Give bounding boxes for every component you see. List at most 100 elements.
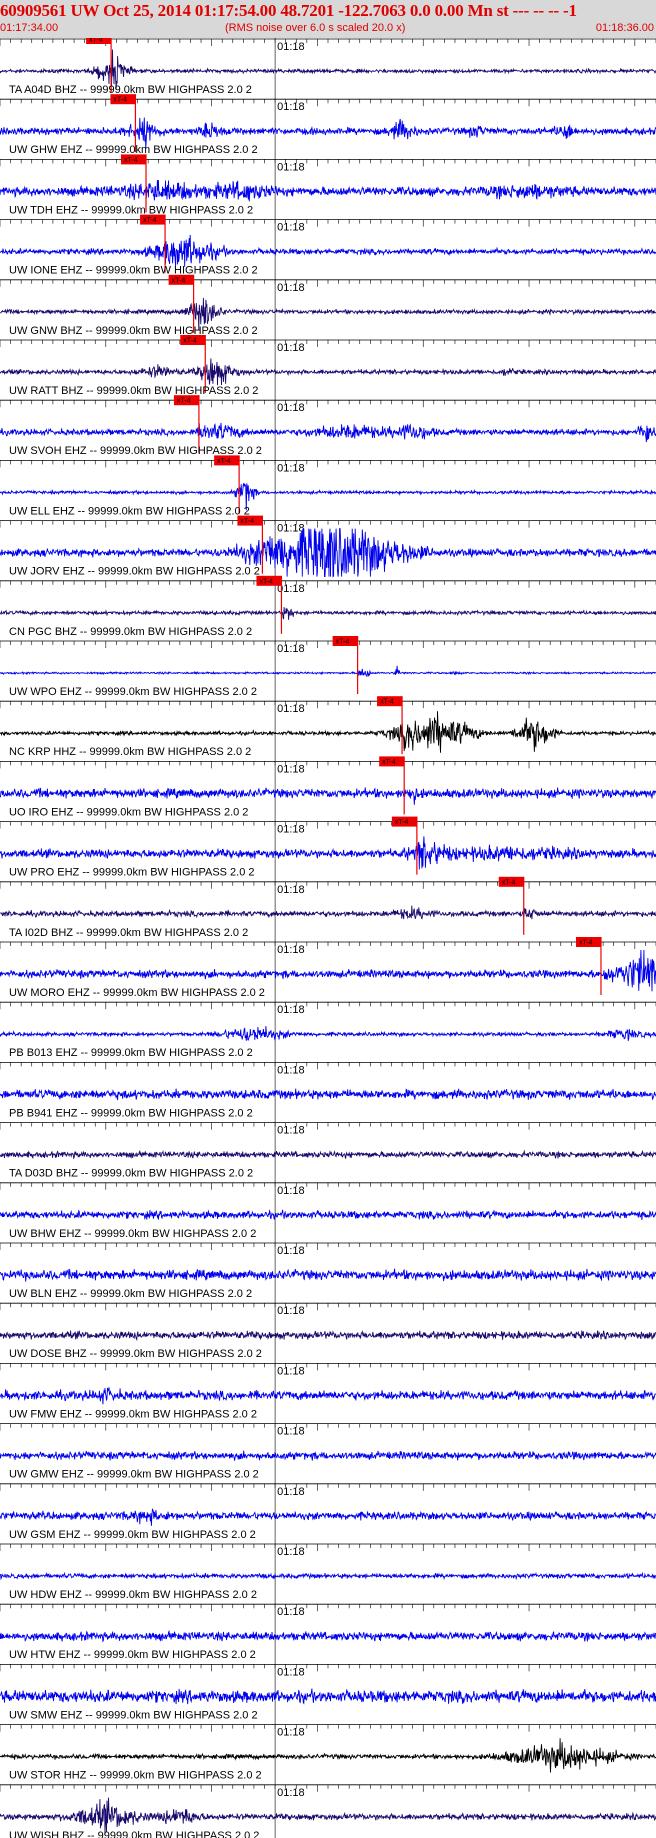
minute-mark-label: 01:18 bbox=[277, 1666, 305, 1678]
station-label: UW GMW EHZ -- 99999.0km BW HIGHPASS 2.0 … bbox=[9, 1469, 259, 1481]
pick-flag-label: xT-4 bbox=[143, 217, 157, 224]
station-label: UW HDW EHZ -- 99999.0km BW HIGHPASS 2.0 … bbox=[9, 1589, 257, 1601]
minute-mark-label: 01:18 bbox=[277, 161, 305, 173]
waveform bbox=[0, 1088, 656, 1101]
waveform bbox=[0, 607, 656, 620]
station-label: NC KRP HHZ -- 99999.0km BW HIGHPASS 2.0 … bbox=[9, 746, 251, 758]
station-label: UW GSM EHZ -- 99999.0km BW HIGHPASS 2.0 … bbox=[9, 1529, 256, 1541]
waveform bbox=[0, 1329, 656, 1342]
trace-11: 01:18 xT-4 NC KRP HHZ -- 99999.0km BW HIGH… bbox=[0, 696, 656, 758]
waveform bbox=[0, 665, 656, 678]
trace-23: 01:18 UW GMW EHZ -- 99999.0km BW HIGHPASS… bbox=[0, 1423, 656, 1481]
waveform bbox=[0, 905, 656, 920]
minute-mark-label: 01:18 bbox=[277, 523, 305, 535]
trace-29: 01:18 UW WISH BHZ -- 99999.0km BW HIGHPAS… bbox=[0, 1784, 656, 1838]
trace-19: 01:18 UW BHW EHZ -- 99999.0km BW HIGHPASS… bbox=[0, 1182, 656, 1240]
trace-12: 01:18 xT-4 UO IRO EHZ -- 99999.0km BW HIGH… bbox=[0, 756, 656, 818]
end-time-label: 01:18:36.00 bbox=[595, 22, 654, 34]
pick-flag-label: xT-4 bbox=[240, 518, 254, 525]
trace-7: 01:18 xT-4 UW ELL EHZ -- 99999.0km BW HIGH… bbox=[0, 455, 656, 517]
station-label: UW GNW BHZ -- 99999.0km BW HIGHPASS 2.0 … bbox=[9, 325, 258, 337]
station-label: UW DOSE BHZ -- 99999.0km BW HIGHPASS 2.0… bbox=[9, 1348, 262, 1360]
pick-flag-label: xT-4 bbox=[217, 458, 231, 465]
minute-mark-label: 01:18 bbox=[277, 402, 305, 414]
minute-mark-label: 01:18 bbox=[277, 824, 305, 836]
minute-mark-label: 01:18 bbox=[277, 282, 305, 294]
station-label: UW ELL EHZ -- 99999.0km BW HIGHPASS 2.0 … bbox=[9, 505, 250, 517]
waveform bbox=[0, 1387, 656, 1405]
minute-mark-label: 01:18 bbox=[277, 1245, 305, 1257]
trace-27: 01:18 UW SMW EHZ -- 99999.0km BW HIGHPASS… bbox=[0, 1664, 656, 1721]
station-label: UO IRO EHZ -- 99999.0km BW HIGHPASS 2.0 … bbox=[9, 806, 248, 818]
trace-1: 01:18 xT-4 UW GHW EHZ -- 99999.0km BW HIGH… bbox=[0, 94, 656, 156]
trace-20: 01:18 UW BLN EHZ -- 99999.0km BW HIGHPASS… bbox=[0, 1242, 656, 1300]
waveform bbox=[0, 1149, 656, 1160]
station-label: UW HTW EHZ -- 99999.0km BW HIGHPASS 2.0 … bbox=[9, 1649, 256, 1661]
waveform bbox=[0, 1209, 656, 1221]
minute-mark-label: 01:18 bbox=[277, 222, 305, 234]
trace-6: 01:18xT-4UW SVOH EHZ -- 99999.0km BW HIG… bbox=[0, 395, 656, 457]
trace-8: 01:18 xT-4 UW JORV EHZ -- 99999.0km BW HIG… bbox=[0, 515, 656, 578]
minute-mark-label: 01:18 bbox=[277, 1486, 305, 1498]
station-label: TA A04D BHZ -- 99999.0km BW HIGHPASS 2.0… bbox=[9, 84, 252, 96]
station-label: UW SMW EHZ -- 99999.0km BW HIGHPASS 2.0 … bbox=[9, 1709, 258, 1721]
station-label: UW TDH EHZ -- 99999.0km BW HIGHPASS 2.0 … bbox=[9, 204, 253, 216]
minute-mark-label: 01:18 bbox=[277, 1546, 305, 1558]
waveform bbox=[0, 49, 656, 89]
pick-flag-label: xT-4 bbox=[382, 759, 396, 766]
pick-flag-label: xT-4 bbox=[579, 940, 593, 947]
pick-flag-label: xT-4 bbox=[177, 398, 191, 405]
pick-flag-label: xT-4 bbox=[395, 819, 409, 826]
station-label: PB B941 EHZ -- 99999.0km BW HIGHPASS 2.0… bbox=[9, 1107, 253, 1119]
minute-mark-label: 01:18 bbox=[277, 1004, 305, 1016]
pick-flag-label: xT-4 bbox=[89, 38, 103, 44]
trace-3: 01:18 xT-4 UW IONE EHZ -- 99999.0km BW HIG… bbox=[0, 214, 656, 277]
waveform bbox=[0, 1797, 656, 1835]
station-label: UW FMW EHZ -- 99999.0km BW HIGHPASS 2.0 … bbox=[9, 1408, 257, 1420]
trace-14: 01:18 xT-4 TA I02D BHZ -- 99999.0km BW HIG… bbox=[0, 876, 656, 939]
plot-header: 60909561 UW Oct 25, 2014 01:17:54.00 48.… bbox=[0, 0, 656, 38]
waveform bbox=[0, 1629, 656, 1643]
minute-mark-label: 01:18 bbox=[277, 1305, 305, 1317]
pick-flag-label: xT-4 bbox=[259, 578, 273, 585]
trace-5: 01:18 xT-4 UW RATT BHZ -- 99999.0km BW HIG… bbox=[0, 335, 656, 397]
start-time-label: 01:17:34.00 bbox=[0, 22, 59, 34]
minute-mark-label: 01:18 bbox=[277, 884, 305, 896]
station-label: TA D03D BHZ -- 99999.0km BW HIGHPASS 2.0… bbox=[9, 1168, 253, 1180]
trace-18: 01:18 TA D03D BHZ -- 99999.0km BW HIGHPAS… bbox=[0, 1122, 656, 1180]
pick-flag-label: xT-4 bbox=[172, 277, 186, 284]
trace-15: 01:18 xT-4 UW MORO EHZ -- 99999.0km BW HIG… bbox=[0, 937, 656, 999]
trace-25: 01:18 UW HDW EHZ -- 99999.0km BW HIGHPASS… bbox=[0, 1543, 656, 1601]
station-label: UW JORV EHZ -- 99999.0km BW HIGHPASS 2.0… bbox=[9, 566, 260, 578]
trace-24: 01:18 UW GSM EHZ -- 99999.0km BW HIGHPASS… bbox=[0, 1483, 656, 1541]
pick-flag-label: xT-4 bbox=[124, 157, 138, 164]
minute-mark-label: 01:18 bbox=[277, 1787, 305, 1799]
minute-mark-label: 01:18 bbox=[277, 101, 305, 113]
seismogram-plot: 01:18 xT-4 TA A04D BHZ -- 99999.0km BW HIG… bbox=[0, 38, 656, 1838]
minute-mark-label: 01:18 bbox=[277, 763, 305, 775]
station-label: UW PRO EHZ -- 99999.0km BW HIGHPASS 2.0 … bbox=[9, 867, 255, 879]
waveform bbox=[0, 1738, 656, 1773]
waveform bbox=[0, 1571, 656, 1581]
minute-mark-label: 01:18 bbox=[277, 703, 305, 715]
waveform bbox=[0, 358, 656, 386]
minute-mark-label: 01:18 bbox=[277, 944, 305, 956]
trace-16: 01:18 PB B013 EHZ -- 99999.0km BW HIGHPAS… bbox=[0, 1001, 656, 1059]
minute-mark-label: 01:18 bbox=[277, 1426, 305, 1438]
pick-flag-label: xT-4 bbox=[380, 699, 394, 706]
waveform bbox=[0, 1450, 656, 1461]
station-label: UW STOR HHZ -- 99999.0km BW HIGHPASS 2.0… bbox=[9, 1770, 262, 1782]
waveform bbox=[0, 949, 656, 992]
trace-22: 01:18 UW FMW EHZ -- 99999.0km BW HIGHPASS… bbox=[0, 1363, 656, 1420]
station-label: PB B013 EHZ -- 99999.0km BW HIGHPASS 2.0… bbox=[9, 1047, 253, 1059]
waveform bbox=[0, 422, 656, 443]
minute-mark-label: 01:18 bbox=[277, 41, 305, 53]
trace-26: 01:18 UW HTW EHZ -- 99999.0km BW HIGHPASS… bbox=[0, 1603, 656, 1661]
waveform bbox=[0, 179, 656, 202]
station-label: UW IONE EHZ -- 99999.0km BW HIGHPASS 2.0… bbox=[9, 265, 258, 277]
pick-flag-label: xT-4 bbox=[183, 338, 197, 345]
minute-mark-label: 01:18 bbox=[277, 1185, 305, 1197]
trace-13: 01:18 xT-4 UW PRO EHZ -- 99999.0km BW HIGH… bbox=[0, 816, 656, 879]
scale-note: (RMS noise over 6.0 s scaled 20.0 x) bbox=[225, 22, 406, 34]
station-label: UW BLN EHZ -- 99999.0km BW HIGHPASS 2.0 … bbox=[9, 1288, 252, 1300]
